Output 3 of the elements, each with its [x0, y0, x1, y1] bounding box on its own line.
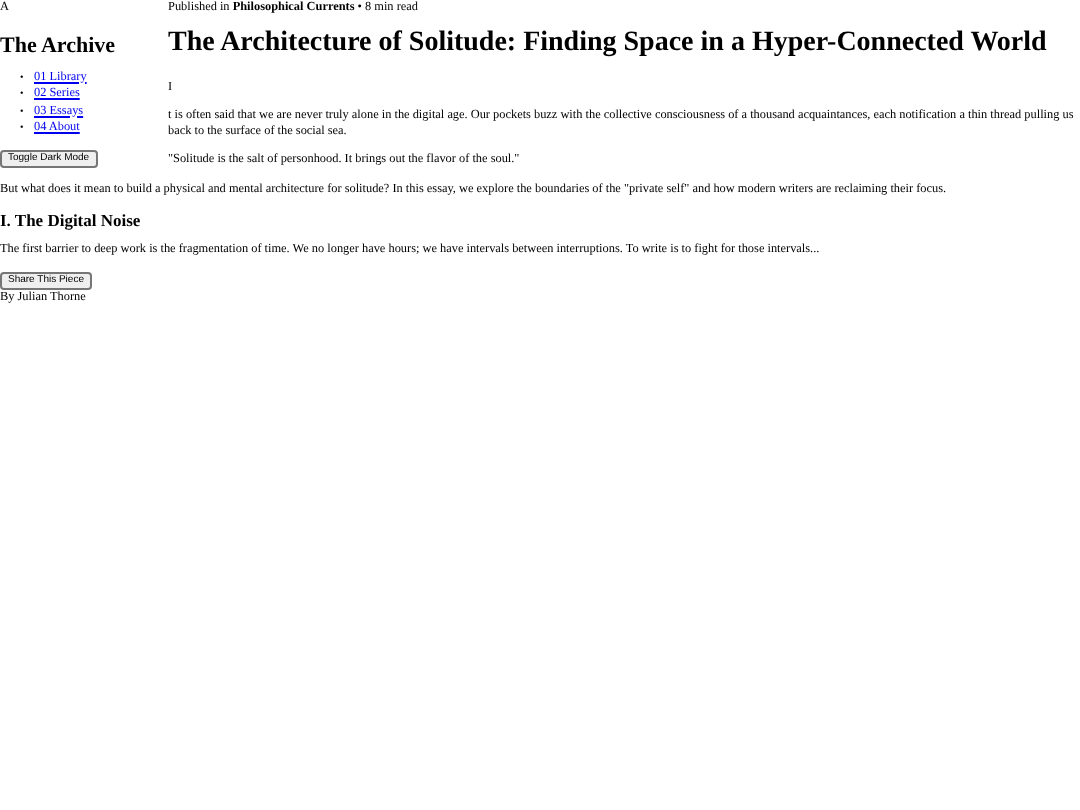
sidebar-title: The Archive	[0, 33, 118, 57]
article-title: The Architecture of Solitude: Finding Space in a Hyper-Connected World	[168, 25, 1049, 59]
section-heading: I. The Digital Noise	[0, 210, 143, 230]
